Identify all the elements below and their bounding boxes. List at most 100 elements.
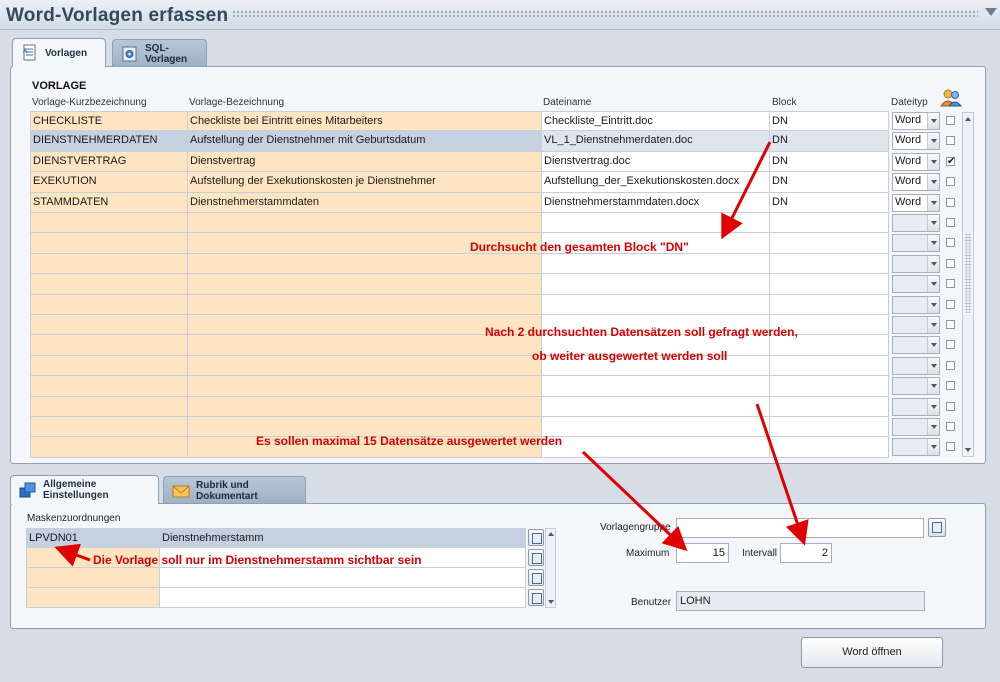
cell-bezeichnung[interactable] [188, 294, 542, 315]
row-checkbox[interactable] [946, 238, 955, 248]
chevron-down-icon[interactable] [927, 357, 939, 374]
chevron-down-icon[interactable] [927, 215, 939, 231]
cell-kurzbezeichnung[interactable]: CHECKLISTE [30, 111, 188, 132]
cell-bezeichnung[interactable] [188, 376, 542, 397]
word-oeffnen-button[interactable]: Word öffnen [801, 637, 943, 668]
chevron-down-icon[interactable] [927, 133, 939, 150]
masken-scroll-up-icon[interactable] [548, 532, 554, 536]
dateityp-select[interactable] [892, 397, 940, 416]
chevron-down-icon[interactable] [927, 113, 939, 129]
cell-kurzbezeichnung[interactable] [30, 294, 188, 315]
vorlagengruppe-field[interactable] [676, 518, 924, 538]
tab-allgemeine-einstellungen[interactable]: Allgemeine Einstellungen [10, 475, 159, 504]
row-checkbox[interactable] [946, 258, 955, 268]
cell-bezeichnung[interactable] [188, 253, 542, 275]
chevron-down-icon[interactable] [927, 398, 939, 415]
chevron-down-icon[interactable] [927, 174, 939, 191]
dateityp-select[interactable]: Word [892, 152, 940, 171]
cell-block[interactable] [770, 233, 889, 254]
dateityp-select[interactable] [892, 438, 940, 457]
cell-dateiname[interactable] [542, 437, 770, 458]
cell-block[interactable]: DN [770, 131, 889, 152]
chevron-down-icon[interactable] [927, 276, 939, 293]
cell-kurzbezeichnung[interactable] [30, 213, 188, 234]
row-checkbox[interactable] [946, 381, 955, 391]
masken-row[interactable] [26, 568, 544, 588]
cell-block[interactable] [770, 355, 889, 377]
cell-dateiname[interactable]: Checkliste_Eintritt.doc [542, 111, 770, 132]
table-row[interactable]: DIENSTVERTRAG Dienstvertrag Dienstvertrag.… [30, 151, 955, 173]
table-row[interactable] [30, 294, 955, 315]
cell-kurzbezeichnung[interactable] [30, 335, 188, 356]
cell-dateiname[interactable]: Dienstnehmerstammdaten.docx [542, 192, 770, 213]
scroll-down-icon[interactable] [965, 448, 971, 452]
cell-bezeichnung[interactable]: Checkliste bei Eintritt eines Mitarbeite… [188, 111, 542, 132]
row-checkbox[interactable] [946, 340, 955, 350]
dateityp-select[interactable] [892, 234, 940, 253]
vorlage-scrollbar[interactable] [962, 112, 974, 457]
chevron-down-icon[interactable] [927, 378, 939, 395]
table-row[interactable] [30, 376, 955, 397]
dateityp-select[interactable] [892, 316, 940, 334]
cell-kurzbezeichnung[interactable]: DIENSTNEHMERDATEN [30, 131, 188, 152]
scroll-thumb[interactable] [965, 233, 971, 313]
maximum-field[interactable]: 15 [676, 543, 729, 563]
table-row[interactable]: EXEKUTION Aufstellung der Exekutionskoste… [30, 172, 955, 193]
dateityp-select[interactable] [892, 275, 940, 294]
cell-block[interactable]: DN [770, 192, 889, 213]
masken-lookup-button[interactable] [528, 549, 544, 566]
masken-code-cell[interactable]: LPVDN01 [26, 528, 160, 548]
table-row[interactable] [30, 253, 955, 275]
cell-block[interactable] [770, 396, 889, 417]
cell-dateiname[interactable]: VL_1_Dienstnehmerdaten.doc [542, 131, 770, 152]
table-row[interactable]: CHECKLISTE Checkliste bei Eintritt eines … [30, 111, 955, 132]
cell-dateiname[interactable] [542, 213, 770, 234]
cell-block[interactable] [770, 274, 889, 295]
cell-kurzbezeichnung[interactable] [30, 396, 188, 417]
cell-bezeichnung[interactable] [188, 355, 542, 377]
masken-lookup-button[interactable] [528, 589, 544, 606]
row-checkbox[interactable] [946, 401, 955, 411]
collapse-icon[interactable] [985, 8, 997, 16]
masken-name-cell[interactable]: Dienstnehmerstamm [160, 528, 526, 548]
masken-scrollbar[interactable] [545, 528, 556, 608]
masken-code-cell[interactable] [26, 588, 160, 608]
masken-scroll-down-icon[interactable] [548, 600, 554, 604]
dateityp-select[interactable] [892, 377, 940, 396]
cell-kurzbezeichnung[interactable] [30, 253, 188, 275]
cell-dateiname[interactable] [542, 417, 770, 438]
cell-bezeichnung[interactable]: Dienstvertrag [188, 151, 542, 173]
row-checkbox[interactable] [946, 177, 955, 187]
table-row[interactable] [30, 355, 955, 377]
cell-dateiname[interactable] [542, 376, 770, 397]
scroll-up-icon[interactable] [965, 117, 971, 121]
cell-kurzbezeichnung[interactable] [30, 437, 188, 458]
vorlagengruppe-lookup-button[interactable] [928, 518, 946, 537]
chevron-down-icon[interactable] [927, 419, 939, 435]
cell-bezeichnung[interactable] [188, 274, 542, 295]
cell-block[interactable]: DN [770, 151, 889, 173]
cell-block[interactable]: DN [770, 172, 889, 193]
cell-dateiname[interactable] [542, 294, 770, 315]
chevron-down-icon[interactable] [927, 439, 939, 456]
chevron-down-icon[interactable] [927, 194, 939, 211]
chevron-down-icon[interactable] [927, 153, 939, 170]
table-row[interactable] [30, 213, 955, 234]
cell-kurzbezeichnung[interactable]: EXEKUTION [30, 172, 188, 193]
cell-block[interactable] [770, 213, 889, 234]
table-row[interactable] [30, 233, 955, 254]
cell-bezeichnung[interactable]: Aufstellung der Exekutionskosten je Dien… [188, 172, 542, 193]
chevron-down-icon[interactable] [927, 255, 939, 272]
dateityp-select[interactable] [892, 214, 940, 232]
dateityp-select[interactable] [892, 336, 940, 355]
row-checkbox[interactable] [946, 279, 955, 289]
chevron-down-icon[interactable] [927, 337, 939, 354]
tab-sql-vorlagen[interactable]: SQL-Vorlagen [112, 39, 207, 67]
dateityp-select[interactable]: Word [892, 112, 940, 130]
cell-dateiname[interactable] [542, 274, 770, 295]
cell-kurzbezeichnung[interactable]: DIENSTVERTRAG [30, 151, 188, 173]
cell-block[interactable] [770, 437, 889, 458]
cell-kurzbezeichnung[interactable] [30, 376, 188, 397]
cell-dateiname[interactable]: Aufstellung_der_Exekutionskosten.docx [542, 172, 770, 193]
dateityp-select[interactable] [892, 418, 940, 436]
